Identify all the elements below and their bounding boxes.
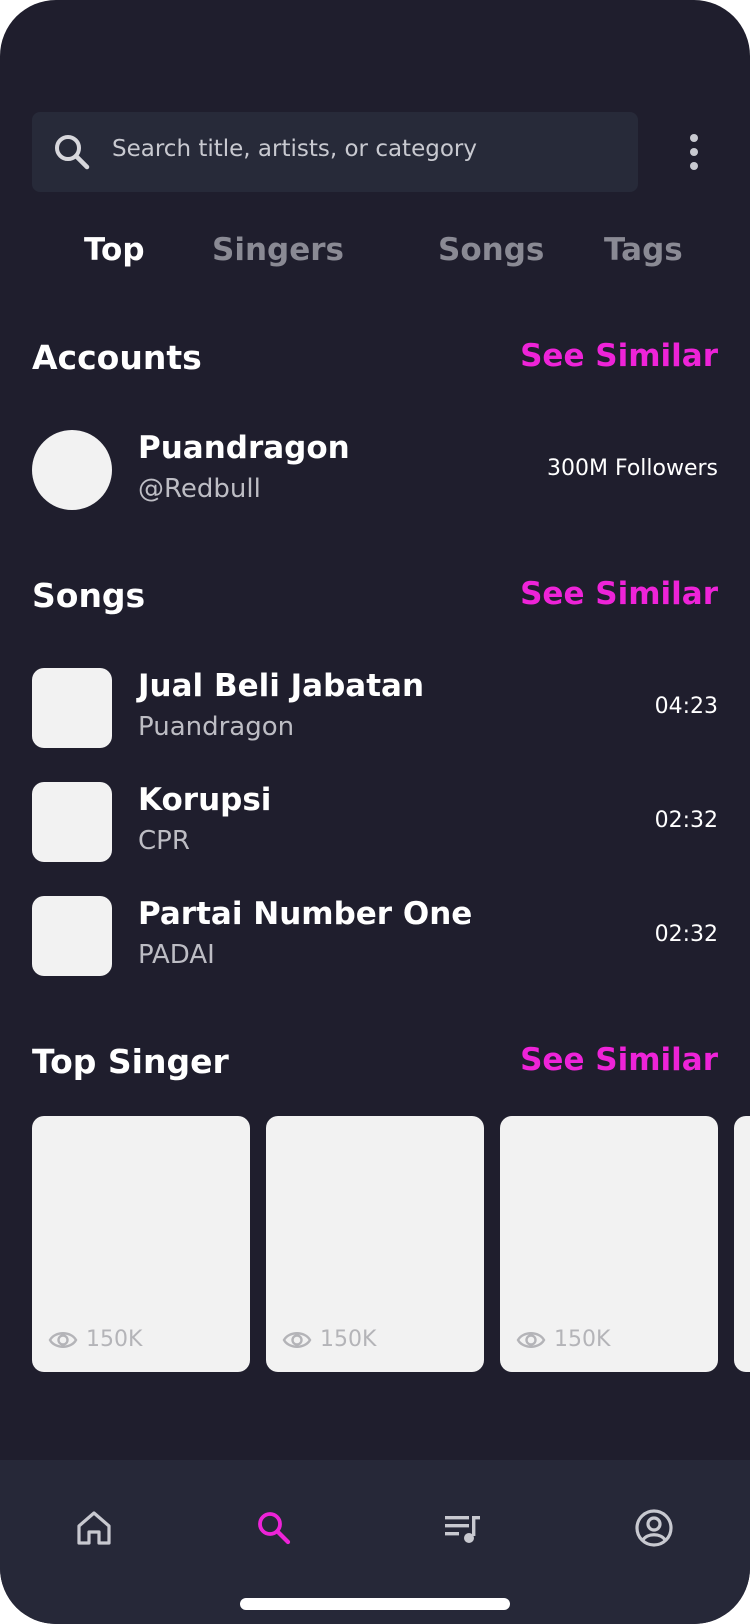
- song-thumbnail: [32, 668, 112, 748]
- tab-singers[interactable]: Singers: [212, 232, 344, 268]
- song-artist: PADAI: [138, 940, 215, 970]
- home-indicator: [240, 1598, 510, 1610]
- song-artist: Puandragon: [138, 712, 295, 742]
- views-label: 150K: [86, 1327, 143, 1352]
- song-title: Korupsi: [138, 782, 272, 818]
- song-duration: 04:23: [654, 694, 718, 719]
- song-duration: 02:32: [654, 922, 718, 947]
- song-thumbnail: [32, 896, 112, 976]
- accounts-title: Accounts: [32, 338, 202, 377]
- views-count: 150K: [282, 1327, 376, 1352]
- playlist-icon[interactable]: [442, 1508, 482, 1548]
- views-count: 150K: [48, 1327, 142, 1352]
- eye-icon: [48, 1331, 78, 1348]
- search-placeholder: Search title, artists, or category: [112, 136, 477, 162]
- more-options-icon[interactable]: [676, 128, 712, 176]
- filter-tabs: Top Singers Songs Tags: [0, 232, 750, 292]
- search-icon[interactable]: [254, 1508, 294, 1548]
- singer-card-partial[interactable]: [734, 1116, 750, 1372]
- singer-card[interactable]: 150K: [500, 1116, 718, 1372]
- search-bar[interactable]: Search title, artists, or category: [32, 112, 638, 192]
- songs-see-similar-link[interactable]: See Similar: [520, 576, 718, 612]
- views-label: 150K: [554, 1327, 611, 1352]
- song-duration: 02:32: [654, 808, 718, 833]
- eye-icon: [516, 1331, 546, 1348]
- tab-tags[interactable]: Tags: [604, 232, 683, 268]
- app-screen: Search title, artists, or category Top S…: [0, 0, 750, 1624]
- tab-songs[interactable]: Songs: [438, 232, 544, 268]
- accounts-see-similar-link[interactable]: See Similar: [520, 338, 718, 374]
- eye-icon: [282, 1331, 312, 1348]
- top-singer-see-similar-link[interactable]: See Similar: [520, 1042, 718, 1078]
- singer-carousel[interactable]: 150K 150K 150K: [32, 1116, 750, 1372]
- songs-title: Songs: [32, 576, 146, 615]
- account-handle: @Redbull: [138, 474, 261, 504]
- account-followers: 300M Followers: [546, 456, 718, 481]
- profile-icon[interactable]: [634, 1508, 674, 1548]
- tab-top[interactable]: Top: [84, 232, 145, 268]
- song-title: Jual Beli Jabatan: [138, 668, 425, 704]
- top-singer-title: Top Singer: [32, 1042, 229, 1081]
- views-count: 150K: [516, 1327, 610, 1352]
- avatar: [32, 430, 112, 510]
- home-icon[interactable]: [74, 1508, 114, 1548]
- singer-card[interactable]: 150K: [266, 1116, 484, 1372]
- account-name: Puandragon: [138, 430, 350, 466]
- views-label: 150K: [320, 1327, 377, 1352]
- song-thumbnail: [32, 782, 112, 862]
- song-artist: CPR: [138, 826, 190, 856]
- song-title: Partai Number One: [138, 896, 473, 932]
- singer-card[interactable]: 150K: [32, 1116, 250, 1372]
- search-icon: [55, 135, 90, 170]
